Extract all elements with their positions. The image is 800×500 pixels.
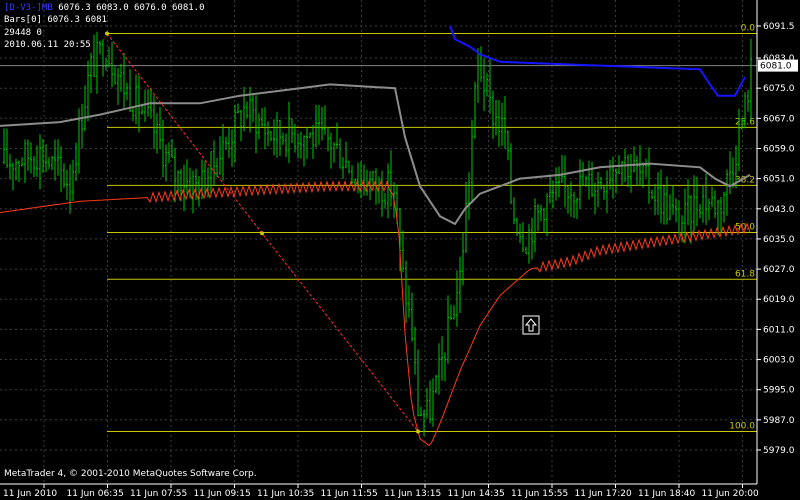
bars-info: Bars[0] 6076.3 6081 — [4, 15, 107, 25]
price-bars — [3, 31, 752, 436]
time-tick-label: 11 Jun 2010 — [3, 489, 57, 499]
price-axis: 6091.56083.06075.06067.06059.06051.06043… — [757, 22, 795, 456]
current-price-label: 6081.0 — [760, 62, 792, 72]
price-tick-label: 6043.0 — [763, 205, 795, 215]
price-tick-label: 6091.5 — [763, 22, 795, 32]
time-tick-label: 11 Jun 09:15 — [194, 489, 251, 499]
price-tick-label: 6067.0 — [763, 114, 795, 124]
fibonacci-retracement[interactable]: 0.023.638.250.061.8100.0 — [107, 24, 757, 433]
fibo-level-label: 61.8 — [735, 269, 755, 279]
zigzag-point — [105, 31, 109, 36]
chart-grid — [0, 0, 757, 484]
time-tick-label: 11 Jun 18:40 — [638, 489, 695, 499]
symbol-name: [D-V3-]MB — [4, 3, 53, 13]
time-tick-label: 11 Jun 07:55 — [130, 489, 187, 499]
copyright-text: MetaTrader 4, © 2001-2010 MetaQuotes Sof… — [4, 469, 257, 479]
price-tick-label: 5995.0 — [763, 386, 795, 396]
bars-value: 6076.3 6081 — [47, 15, 107, 25]
price-chart[interactable]: 0.023.638.250.061.8100.0 6091.56083.0607… — [0, 0, 800, 500]
time-tick-label: 11 Jun 17:20 — [575, 489, 632, 499]
time-tick-label: 11 Jun 13:15 — [384, 489, 441, 499]
ohlc-values: 6076.3 6083.0 6076.0 6081.0 — [58, 3, 205, 13]
moving-average-red — [0, 180, 751, 447]
time-tick-label: 11 Jun 11:55 — [321, 489, 378, 499]
price-tick-label: 6019.0 — [763, 295, 795, 305]
price-tick-label: 5987.0 — [763, 416, 795, 426]
time-tick-label: 11 Jun 06:35 — [67, 489, 124, 499]
fibo-level-label: 0.0 — [741, 24, 756, 34]
zigzag-point — [260, 231, 264, 236]
time-tick-label: 11 Jun 20:00 — [702, 489, 759, 499]
up-arrow-icon[interactable] — [522, 315, 540, 335]
time-axis: 11 Jun 2010 11 Jun 06:35 11 Jun 07:55 11 Ju… — [3, 484, 759, 499]
price-tick-label: 6027.0 — [763, 265, 795, 275]
price-tick-label: 6059.0 — [763, 145, 795, 155]
price-tick-label: 6035.0 — [763, 235, 795, 245]
axis-frame — [0, 0, 758, 485]
moving-average-blue — [449, 25, 746, 97]
moving-average-gray — [0, 83, 751, 226]
price-tick-label: 6075.0 — [763, 84, 795, 94]
price-tick-label: 6051.0 — [763, 175, 795, 185]
indicator-value: 29448 0 — [4, 28, 42, 38]
time-tick-label: 11 Jun 10:35 — [257, 489, 314, 499]
bar-datetime: 2010.06.11 20:55 — [4, 40, 91, 50]
time-tick-label: 11 Jun 15:55 — [511, 489, 568, 499]
price-tick-label: 6011.0 — [763, 325, 795, 335]
price-tick-label: 5979.0 — [763, 446, 795, 456]
fibo-level-label: 100.0 — [729, 422, 755, 432]
symbol-info: [D-V3-]MB 6076.3 6083.0 6076.0 6081.0 — [4, 3, 205, 13]
time-tick-label: 11 Jun 14:35 — [448, 489, 505, 499]
price-tick-label: 6003.0 — [763, 356, 795, 366]
bars-label: Bars[0] — [4, 15, 42, 25]
zigzag-point — [416, 429, 420, 434]
current-price-marker: 6081.0 — [758, 59, 798, 72]
